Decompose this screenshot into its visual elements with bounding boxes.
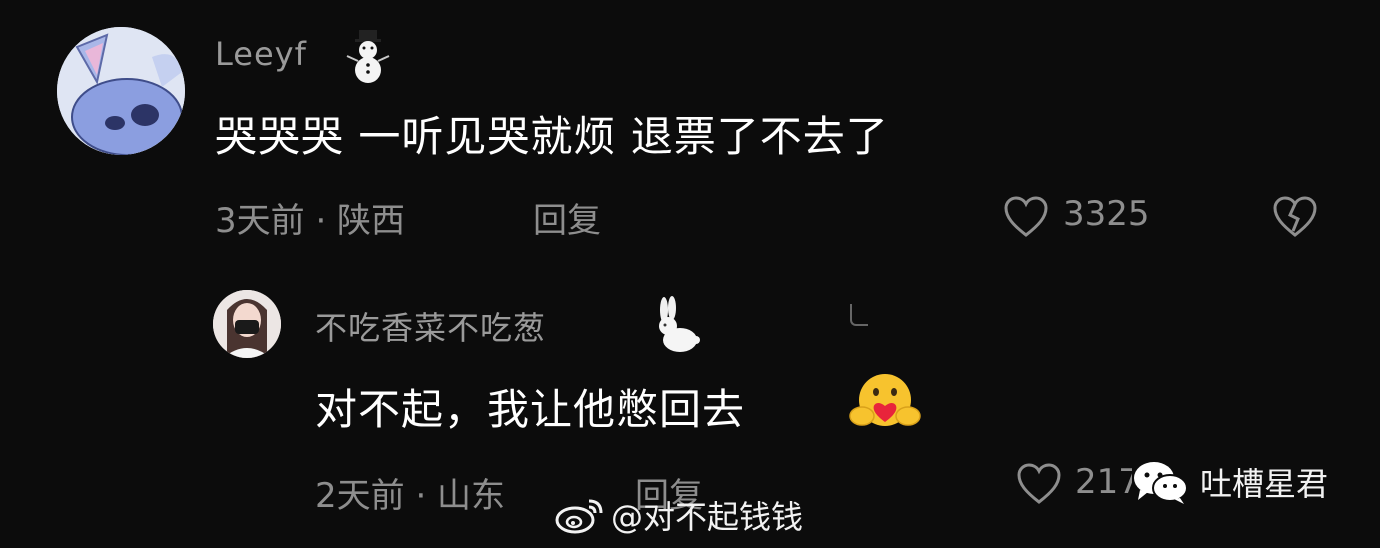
snowman-emoji-icon xyxy=(343,28,393,84)
wechat-watermark: 吐槽星君 xyxy=(1132,458,1339,506)
like-heart-icon[interactable] xyxy=(1003,195,1049,239)
weibo-icon xyxy=(555,495,605,535)
reply-username[interactable]: 不吃香菜不吃葱 xyxy=(315,303,546,349)
cursor-mark xyxy=(850,304,868,326)
avatar[interactable] xyxy=(213,290,281,358)
wechat-icon xyxy=(1132,460,1190,504)
comment-like-count: 3325 xyxy=(1063,194,1150,234)
comment-username[interactable]: Leeyf xyxy=(215,35,307,73)
avatar[interactable] xyxy=(57,27,185,155)
comment-text: 哭哭哭 一听见哭就烦 退票了不去了 xyxy=(215,112,889,161)
rabbit-emoji-icon xyxy=(648,296,702,354)
reply-text: 对不起，我让他憋回去 xyxy=(315,385,746,434)
reply-time-location: 2天前 · 山东 xyxy=(315,476,506,516)
wechat-watermark-text: 吐槽星君 xyxy=(1200,465,1329,503)
hugging-face-heart-emoji-icon xyxy=(848,370,922,434)
weibo-watermark-text: @对不起钱钱 xyxy=(611,498,804,536)
like-heart-icon[interactable] xyxy=(1016,462,1062,506)
reply-like-count: 217 xyxy=(1075,462,1140,502)
weibo-watermark: @对不起钱钱 xyxy=(555,492,803,538)
comment-reply-button[interactable]: 回复 xyxy=(533,193,601,242)
dislike-broken-heart-icon[interactable] xyxy=(1272,195,1318,239)
comment-time-location: 3天前 · 陕西 xyxy=(215,201,406,241)
